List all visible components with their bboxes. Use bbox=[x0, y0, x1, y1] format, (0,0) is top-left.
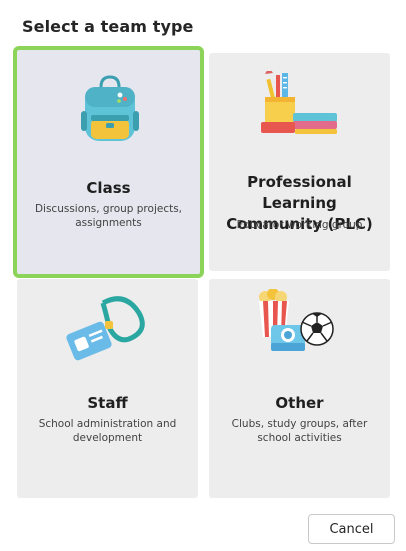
team-type-description: School administration and development bbox=[38, 418, 177, 444]
team-type-card-plc[interactable]: Professional Learning Community (PLC) Ed… bbox=[209, 53, 390, 271]
id-badge-lanyard-icon bbox=[65, 295, 153, 365]
team-type-description: Discussions, group projects, assignments bbox=[34, 203, 183, 229]
team-type-title: Staff bbox=[87, 394, 128, 412]
team-type-card-class[interactable]: Class Discussions, group projects, assig… bbox=[13, 46, 204, 278]
popcorn-camera-ball-icon bbox=[257, 288, 345, 365]
team-type-title: Class bbox=[86, 179, 131, 197]
cancel-button[interactable]: Cancel bbox=[308, 514, 395, 544]
dialog-title: Select a team type bbox=[22, 17, 194, 36]
team-type-title: Other bbox=[275, 394, 324, 412]
backpack-icon bbox=[79, 75, 141, 151]
team-type-description: Clubs, study groups, after school activi… bbox=[231, 418, 368, 444]
books-and-pencils-icon bbox=[259, 67, 341, 141]
team-type-description: Educator working group bbox=[236, 219, 363, 231]
team-type-card-staff[interactable]: Staff School administration and developm… bbox=[17, 279, 198, 498]
team-type-card-other[interactable]: Other Clubs, study groups, after school … bbox=[209, 279, 390, 498]
